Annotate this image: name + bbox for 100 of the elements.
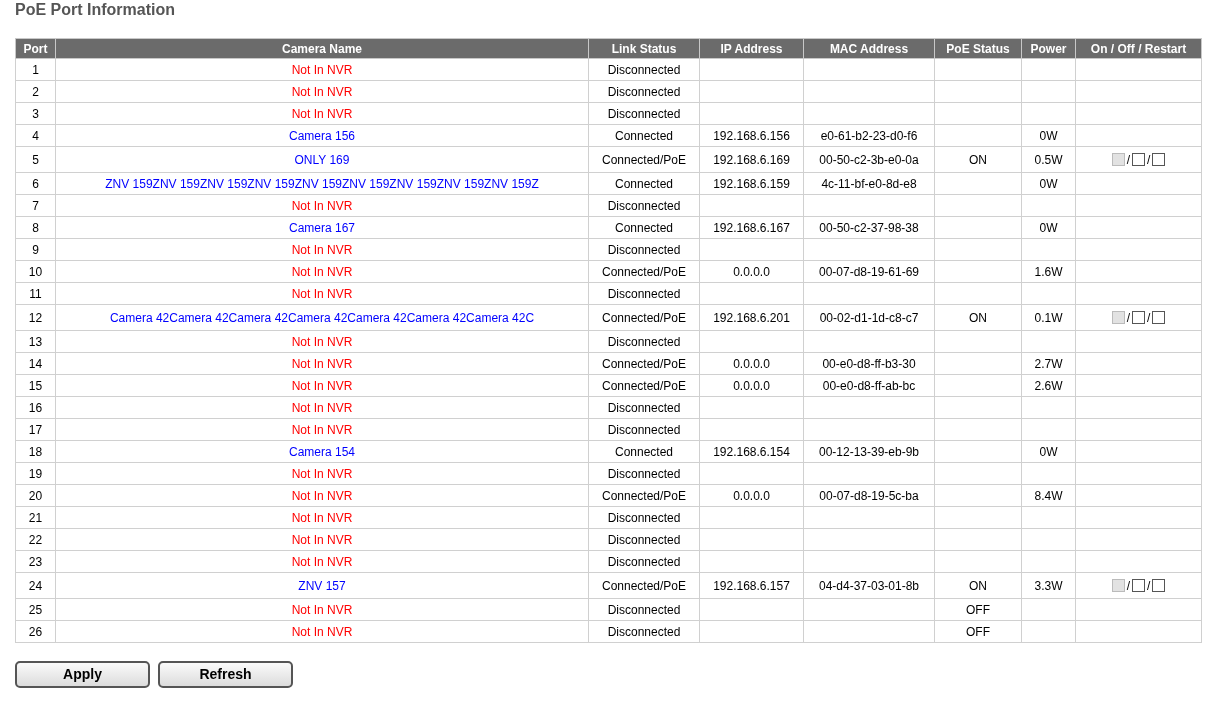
table-cell: 192.168.6.159	[699, 172, 804, 195]
table-cell: 17	[15, 418, 56, 441]
table-cell: e0-61-b2-23-d0-f6	[803, 124, 935, 147]
table-cell: 0W	[1021, 216, 1076, 239]
separator-text: /	[1126, 152, 1130, 167]
table-cell: 00-50-c2-3b-e0-0a	[803, 146, 935, 173]
table-cell: 4	[15, 124, 56, 147]
checkbox[interactable]	[1132, 311, 1145, 325]
separator-text: /	[1147, 310, 1151, 325]
column-header: PoE Status	[934, 38, 1022, 59]
table-cell: 22	[15, 528, 56, 551]
table-cell: 192.168.6.201	[699, 304, 804, 331]
table-cell: Disconnected	[588, 598, 700, 621]
table-cell: 00-12-13-39-eb-9b	[803, 440, 935, 463]
table-cell: 192.168.6.167	[699, 216, 804, 239]
table-cell: Connected/PoE	[588, 352, 700, 375]
camera-name-cell: ZNV 157	[55, 572, 589, 599]
table-cell: 8	[15, 216, 56, 239]
table-cell: 0.0.0.0	[699, 260, 804, 283]
camera-name-cell: Camera 42Camera 42Camera 42Camera 42Camera 42Camera 42Camera 42C	[55, 304, 589, 331]
table-cell: OFF	[934, 598, 1022, 621]
table-cell: 00-50-c2-37-98-38	[803, 216, 935, 239]
table-cell: 0.1W	[1021, 304, 1076, 331]
table-cell: 0.0.0.0	[699, 484, 804, 507]
table-cell: 8.4W	[1021, 484, 1076, 507]
camera-name-cell: Camera 154	[55, 440, 589, 463]
table-cell: Disconnected	[588, 194, 700, 217]
table-cell: 3.3W	[1021, 572, 1076, 599]
table-cell: Disconnected	[588, 58, 700, 81]
checkbox[interactable]	[1152, 311, 1166, 325]
separator-text: /	[1126, 578, 1130, 593]
camera-name-cell: Not In NVR	[55, 238, 589, 261]
checkbox[interactable]	[1132, 579, 1145, 593]
table-cell: 7	[15, 194, 56, 217]
camera-name-cell: Not In NVR	[55, 620, 589, 643]
table-cell: 20	[15, 484, 56, 507]
table-cell: 00-07-d8-19-5c-ba	[803, 484, 935, 507]
table-cell: Connected/PoE	[588, 572, 700, 599]
table-cell: 2.7W	[1021, 352, 1076, 375]
table-cell: Disconnected	[588, 80, 700, 103]
table-cell: 00-07-d8-19-61-69	[803, 260, 935, 283]
table-cell: Disconnected	[588, 550, 700, 573]
column-header: Port	[15, 38, 56, 59]
table-cell: 2.6W	[1021, 374, 1076, 397]
table-cell: Disconnected	[588, 396, 700, 419]
separator-text: /	[1126, 310, 1130, 325]
page-title: PoE Port Information	[15, 0, 176, 20]
table-cell: Disconnected	[588, 102, 700, 125]
camera-name-cell: Not In NVR	[55, 528, 589, 551]
table-cell: Disconnected	[588, 620, 700, 643]
table-cell: 3	[15, 102, 56, 125]
table-cell: Connected	[588, 440, 700, 463]
table-cell: 26	[15, 620, 56, 643]
action-button[interactable]: Apply	[15, 661, 150, 688]
camera-name-cell: Not In NVR	[55, 194, 589, 217]
checkbox[interactable]	[1152, 579, 1166, 593]
table-cell: 5	[15, 146, 56, 173]
table-cell: 0W	[1021, 440, 1076, 463]
camera-name-cell: Not In NVR	[55, 330, 589, 353]
camera-name-cell: Not In NVR	[55, 282, 589, 305]
table-cell: 00-e0-d8-ff-b3-30	[803, 352, 935, 375]
checkbox[interactable]	[1132, 153, 1145, 167]
table-cell: 21	[15, 506, 56, 529]
table-cell: Connected/PoE	[588, 146, 700, 173]
table-cell: 18	[15, 440, 56, 463]
table-cell: 1	[15, 58, 56, 81]
column-header: Link Status	[588, 38, 700, 59]
camera-name-cell: Not In NVR	[55, 484, 589, 507]
table-cell: Connected	[588, 124, 700, 147]
action-button[interactable]: Refresh	[158, 661, 293, 688]
camera-name-cell: Not In NVR	[55, 462, 589, 485]
table-cell: 6	[15, 172, 56, 195]
table-cell: 192.168.6.157	[699, 572, 804, 599]
table-cell: 0W	[1021, 172, 1076, 195]
table-cell: 0.0.0.0	[699, 374, 804, 397]
camera-name-cell: Camera 167	[55, 216, 589, 239]
table-cell: 12	[15, 304, 56, 331]
camera-name-cell: Not In NVR	[55, 102, 589, 125]
table-cell: Disconnected	[588, 418, 700, 441]
table-cell: 00-e0-d8-ff-ab-bc	[803, 374, 935, 397]
checkbox[interactable]	[1152, 153, 1166, 167]
table-cell: 2	[15, 80, 56, 103]
table-cell: ON	[934, 146, 1022, 173]
table-cell: 192.168.6.154	[699, 440, 804, 463]
table-cell: OFF	[934, 620, 1022, 643]
table-cell: 24	[15, 572, 56, 599]
table-cell: Disconnected	[588, 528, 700, 551]
table-cell: 1.6W	[1021, 260, 1076, 283]
table-cell: 13	[15, 330, 56, 353]
camera-name-cell: Not In NVR	[55, 352, 589, 375]
separator-text: /	[1147, 578, 1151, 593]
column-header: IP Address	[699, 38, 804, 59]
camera-name-cell: ZNV 159ZNV 159ZNV 159ZNV 159ZNV 159ZNV 159ZNV 159ZNV 159ZNV 159Z	[55, 172, 589, 195]
table-cell: Connected	[588, 216, 700, 239]
table-cell: 11	[15, 282, 56, 305]
camera-name-cell: Not In NVR	[55, 598, 589, 621]
table-cell: 4c-11-bf-e0-8d-e8	[803, 172, 935, 195]
table-cell: 0W	[1021, 124, 1076, 147]
table-cell: 10	[15, 260, 56, 283]
table-cell: 00-02-d1-1d-c8-c7	[803, 304, 935, 331]
